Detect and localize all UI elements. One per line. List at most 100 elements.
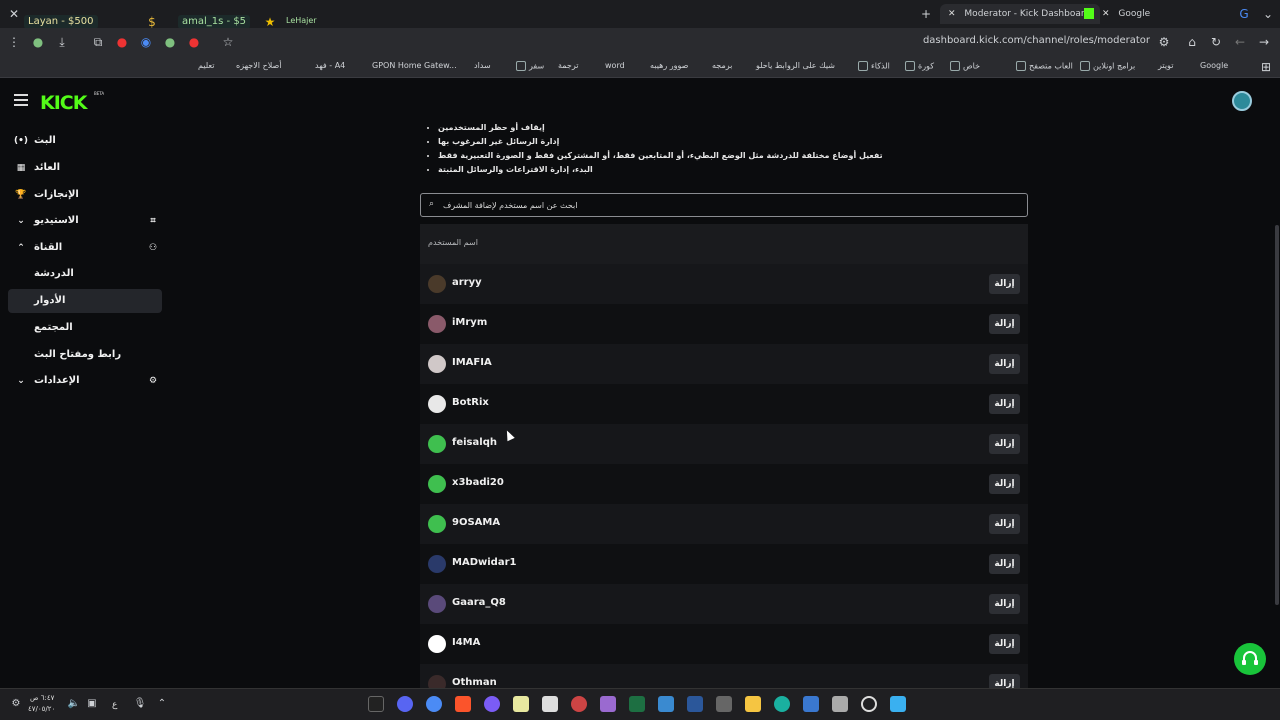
remove-button[interactable]: إزالة [989,594,1020,614]
extension-icon[interactable]: ● [186,34,202,50]
username[interactable]: Gaara_Q8 [452,597,506,608]
taskbar-app-icon[interactable] [832,696,848,712]
avatar[interactable] [428,555,446,573]
remove-button[interactable]: إزالة [989,474,1020,494]
sidebar-item-stream-key[interactable]: رابط ومفتاح البث [8,343,162,367]
url-text[interactable]: dashboard.kick.com/channel/roles/moderat… [923,35,1150,46]
bookmark-item[interactable]: خاص [950,61,980,71]
username[interactable]: feisalqh [452,437,497,448]
remove-button[interactable]: إزالة [989,554,1020,574]
scrollbar[interactable] [1275,225,1279,605]
notepad-icon[interactable] [658,696,674,712]
calculator-icon[interactable] [716,696,732,712]
bookmark-item[interactable]: ترجمة [558,61,579,70]
bookmark-item[interactable]: سداد [474,61,491,70]
tab-google[interactable]: ✕ Google [1102,4,1222,24]
file-explorer-icon[interactable] [745,696,761,712]
volume-icon[interactable]: 🔈 [66,696,82,712]
excel-icon[interactable] [629,696,645,712]
mail-icon[interactable] [803,696,819,712]
home-icon[interactable]: ⌂ [1184,34,1200,50]
hamburger-menu-icon[interactable] [14,94,28,106]
language-indicator[interactable]: ع [112,700,117,710]
bookmark-star-icon[interactable]: ☆ [220,34,236,50]
reload-icon[interactable]: ↻ [1208,34,1224,50]
bookmark-item[interactable]: كورة [905,61,934,71]
sidebar-item-studio[interactable]: ⌄ الاستيديو ⌗ [8,209,162,233]
search-field[interactable]: ⌕ [420,193,1028,217]
avatar[interactable] [428,635,446,653]
chrome-icon[interactable] [426,696,442,712]
username[interactable]: 9OSAMA [452,517,500,528]
edge-icon[interactable] [774,696,790,712]
store-icon[interactable] [542,696,558,712]
bookmark-item[interactable]: برامج اونلاين [1080,61,1135,71]
avatar[interactable] [428,435,446,453]
sidebar-item-stream[interactable]: (•) البث [8,129,162,153]
menu-dots-icon[interactable]: ⋮ [6,34,22,50]
bookmark-item[interactable]: العاب متصفح [1016,61,1073,71]
remove-button[interactable]: إزالة [989,274,1020,294]
remove-button[interactable]: إزالة [989,354,1020,374]
notification-icon[interactable]: ⚙ [8,696,24,712]
username[interactable]: arryy [452,277,482,288]
sidebar-item-roles[interactable]: الأدوار [8,289,162,313]
bookmark-item[interactable]: صوور رهيبه [650,61,688,70]
bookmark-item[interactable]: GPON Home Gatew... [372,61,457,70]
bookmark-item[interactable]: Google [1200,61,1228,70]
download-icon[interactable]: ⤓ [54,34,70,50]
avatar[interactable] [428,475,446,493]
avatar[interactable] [428,275,446,293]
username[interactable]: MADwidar1 [452,557,516,568]
username[interactable]: IMAFIA [452,357,492,368]
username[interactable]: iMrym [452,317,487,328]
close-icon[interactable]: ✕ [6,6,22,22]
sidebar-item-settings[interactable]: ⌄ الإعدادات ⚙ [8,369,162,393]
apps-icon[interactable]: ⊞ [1258,59,1274,75]
bookmark-item[interactable]: تويتر [1158,61,1173,70]
new-tab-icon[interactable]: + [918,6,934,22]
search-input[interactable] [443,197,1013,213]
username[interactable]: I4MA [452,637,480,648]
avatar[interactable] [428,515,446,533]
taskbar-app-icon[interactable] [600,696,616,712]
tab-moderator[interactable]: ✕ Moderator - Kick Dashboard [940,4,1100,24]
remove-button[interactable]: إزالة [989,434,1020,454]
search-icon[interactable] [861,696,877,712]
sidebar-item-achievements[interactable]: 🏆 الإنجازات [8,183,162,207]
extension-icon[interactable]: ● [114,34,130,50]
sidebar-item-channel[interactable]: ⌃ القناة ⚇ [8,236,162,260]
extension-icon[interactable]: ● [30,34,46,50]
extension-icon[interactable]: ● [162,34,178,50]
word-icon[interactable] [687,696,703,712]
bookmark-item[interactable]: فهد - A4 [315,61,345,70]
remove-button[interactable]: إزالة [989,634,1020,654]
remove-button[interactable]: إزالة [989,314,1020,334]
taskbar-app-icon[interactable] [484,696,500,712]
bookmark-item[interactable]: أصلاح الاجهزه [236,61,282,70]
chevron-up-icon[interactable]: ⌃ [154,696,170,712]
extension-icon[interactable]: ◉ [138,34,154,50]
taskbar-app-icon[interactable] [571,696,587,712]
back-icon[interactable]: → [1256,34,1272,50]
username[interactable]: Othman [452,677,497,688]
help-button[interactable] [1234,643,1266,675]
tab-close-icon[interactable]: ✕ [1102,9,1110,19]
username[interactable]: x3badi20 [452,477,504,488]
tab-close-icon[interactable]: ✕ [948,9,956,19]
microphone-icon[interactable]: 🎙 [132,696,148,712]
discord-icon[interactable] [397,696,413,712]
kick-logo[interactable]: KICK [40,92,87,114]
avatar[interactable] [428,395,446,413]
bookmark-item[interactable]: تعليم [198,61,214,70]
avatar[interactable] [428,355,446,373]
avatar[interactable] [1232,91,1252,111]
bookmark-item[interactable]: سفر [516,61,544,71]
bookmark-item[interactable]: word [605,61,625,70]
sidebar-item-chat[interactable]: الدردشة [8,262,162,286]
extensions-icon[interactable]: ⧉ [90,34,106,50]
avatar[interactable] [428,315,446,333]
forward-icon[interactable]: ← [1232,34,1248,50]
sidebar-item-community[interactable]: المجتمع [8,316,162,340]
sidebar-item-revenue[interactable]: ▦ العائد [8,156,162,180]
